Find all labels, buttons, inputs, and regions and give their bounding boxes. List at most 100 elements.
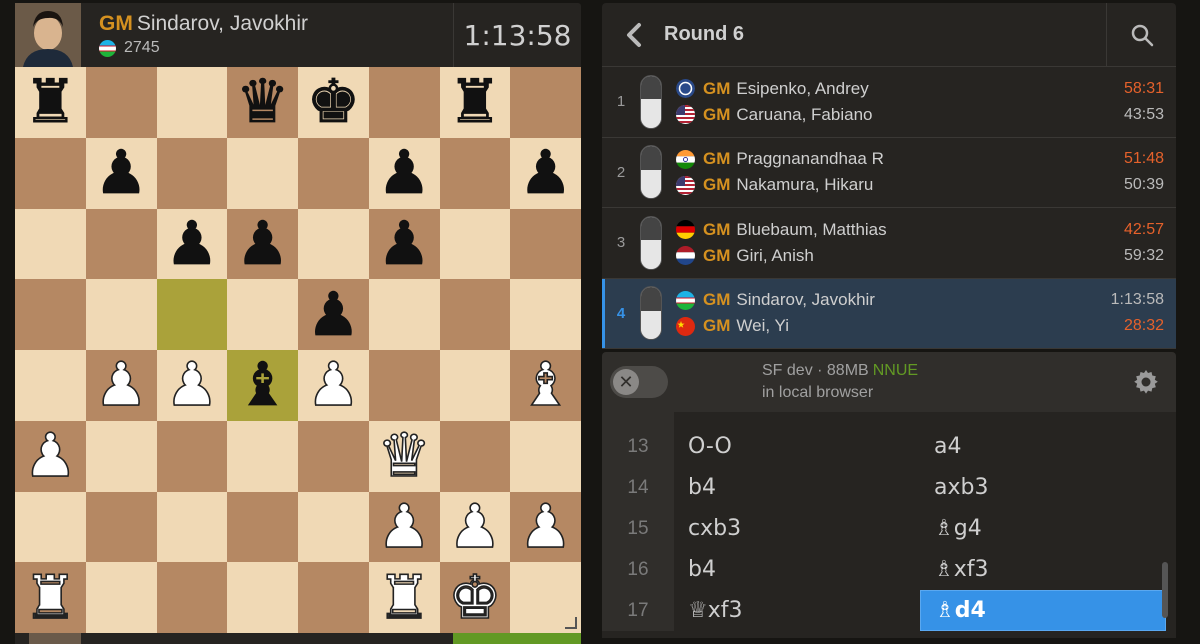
square-a3[interactable]: ♟ xyxy=(15,420,86,492)
square-f8[interactable] xyxy=(368,67,440,138)
square-f4[interactable] xyxy=(368,350,440,421)
square-c7[interactable] xyxy=(156,137,228,209)
white-move[interactable]: ♕xf3 xyxy=(674,590,920,631)
square-g1[interactable]: ♚ xyxy=(439,562,511,633)
white-pawn-icon[interactable]: ♟ xyxy=(164,355,219,417)
black-pawn-icon[interactable]: ♟ xyxy=(165,213,220,274)
square-e2[interactable] xyxy=(298,491,369,563)
engine-toggle[interactable]: ✕ xyxy=(610,366,668,398)
black-move[interactable]: ♗d4 xyxy=(920,590,1166,631)
white-pawn-icon[interactable]: ♟ xyxy=(447,496,502,558)
square-b3[interactable] xyxy=(85,420,157,492)
game-row[interactable]: 4 GM Sindarov, Javokhir GM Wei, Yi 1:13:58 28:… xyxy=(602,278,1176,349)
square-g4[interactable] xyxy=(439,350,511,421)
square-a7[interactable] xyxy=(15,137,86,209)
square-c8[interactable] xyxy=(156,67,228,138)
black-pawn-icon[interactable]: ♟ xyxy=(377,213,432,274)
square-f3[interactable]: ♛ xyxy=(368,420,440,492)
player-name[interactable]: GM Sindarov, Javokhir xyxy=(99,12,453,36)
square-c6[interactable]: ♟ xyxy=(156,208,228,280)
round-title[interactable]: Round 6 xyxy=(664,23,1106,46)
square-b4[interactable]: ♟ xyxy=(85,350,157,421)
square-f5[interactable] xyxy=(368,279,440,350)
square-f1[interactable]: ♜ xyxy=(368,562,440,633)
square-e4[interactable]: ♟ xyxy=(298,350,369,421)
black-queen-icon[interactable]: ♛ xyxy=(235,72,290,133)
black-pawn-icon[interactable]: ♟ xyxy=(306,284,361,345)
square-b5[interactable] xyxy=(85,279,157,350)
white-queen-icon[interactable]: ♛ xyxy=(376,425,431,487)
square-c3[interactable] xyxy=(156,420,228,492)
square-d1[interactable] xyxy=(227,562,298,633)
game-row[interactable]: 3 GM Bluebaum, Matthias GM Giri, Anish 42:57 5… xyxy=(602,208,1176,279)
square-a1[interactable]: ♜ xyxy=(15,562,86,633)
black-pawn-icon[interactable]: ♟ xyxy=(235,213,290,274)
game-row[interactable]: 1 GM Esipenko, Andrey GM Caruana, Fabiano 58:… xyxy=(602,67,1176,138)
black-move[interactable]: a4 xyxy=(920,426,1166,467)
square-d7[interactable] xyxy=(227,137,298,209)
square-e8[interactable]: ♚ xyxy=(298,67,369,138)
white-pawn-icon[interactable]: ♟ xyxy=(306,355,361,417)
square-d8[interactable]: ♛ xyxy=(227,67,298,138)
square-a6[interactable] xyxy=(15,208,86,280)
square-g3[interactable] xyxy=(439,420,511,492)
square-h2[interactable]: ♟ xyxy=(510,491,581,563)
square-c4[interactable]: ♟ xyxy=(156,350,228,421)
square-d4[interactable]: ♝ xyxy=(227,350,298,421)
square-g2[interactable]: ♟ xyxy=(439,491,511,563)
square-f2[interactable]: ♟ xyxy=(368,491,440,563)
white-rook-icon[interactable]: ♜ xyxy=(376,567,431,629)
square-c2[interactable] xyxy=(156,491,228,563)
square-a2[interactable] xyxy=(15,491,86,563)
black-rook-icon[interactable]: ♜ xyxy=(23,72,78,133)
square-b8[interactable] xyxy=(85,67,157,138)
square-f7[interactable]: ♟ xyxy=(368,137,440,209)
square-h5[interactable] xyxy=(510,279,581,350)
move-list-scrollbar[interactable] xyxy=(1162,562,1168,618)
square-h7[interactable]: ♟ xyxy=(510,137,581,209)
chess-board[interactable]: ♜ ♛ ♚ ♜ ♟ ♟ ♟ ♟ ♟ ♟ ♟ ♟ ♟ ♝ ♟ ♝ ♟ ♛ ♟ ♟ ♟ ♜ ♜ ♚ xyxy=(15,67,581,633)
square-d3[interactable] xyxy=(227,420,298,492)
square-e5[interactable]: ♟ xyxy=(298,279,369,350)
game-row[interactable]: 2 GM Praggnanandhaa R GM Nakamura, Hikaru 51:… xyxy=(602,138,1176,208)
search-button[interactable] xyxy=(1106,2,1176,67)
black-rook-icon[interactable]: ♜ xyxy=(448,72,503,133)
black-pawn-icon[interactable]: ♟ xyxy=(377,143,432,204)
square-b1[interactable] xyxy=(85,562,157,633)
board-resize-handle[interactable] xyxy=(565,617,577,629)
square-a5[interactable] xyxy=(15,279,86,350)
square-f6[interactable]: ♟ xyxy=(368,208,440,280)
black-pawn-icon[interactable]: ♟ xyxy=(94,143,149,204)
square-d5[interactable] xyxy=(227,279,298,350)
white-rook-icon[interactable]: ♜ xyxy=(23,567,78,629)
black-pawn-icon[interactable]: ♟ xyxy=(518,143,573,204)
square-g7[interactable] xyxy=(439,137,511,209)
black-king-icon[interactable]: ♚ xyxy=(306,72,361,133)
square-e7[interactable] xyxy=(298,137,369,209)
square-b7[interactable]: ♟ xyxy=(85,137,157,209)
square-c1[interactable] xyxy=(156,562,228,633)
square-a8[interactable]: ♜ xyxy=(15,67,86,138)
square-h6[interactable] xyxy=(510,208,581,280)
back-button[interactable] xyxy=(602,3,664,67)
white-pawn-icon[interactable]: ♟ xyxy=(376,496,431,558)
square-b2[interactable] xyxy=(85,491,157,563)
white-move[interactable]: cxb3 xyxy=(674,508,920,549)
black-move[interactable]: axb3 xyxy=(920,467,1166,508)
white-move[interactable]: b4 xyxy=(674,467,920,508)
square-b6[interactable] xyxy=(85,208,157,280)
square-h3[interactable] xyxy=(510,420,581,492)
square-d6[interactable]: ♟ xyxy=(227,208,298,280)
white-king-icon[interactable]: ♚ xyxy=(447,567,502,629)
white-move[interactable]: b4 xyxy=(674,549,920,590)
square-d2[interactable] xyxy=(227,491,298,563)
white-pawn-icon[interactable]: ♟ xyxy=(518,496,573,558)
square-h4[interactable]: ♝ xyxy=(510,350,581,421)
square-g6[interactable] xyxy=(439,208,511,280)
white-pawn-icon[interactable]: ♟ xyxy=(93,355,148,417)
black-move[interactable]: ♗xf3 xyxy=(920,549,1166,590)
square-e1[interactable] xyxy=(298,562,369,633)
square-g8[interactable]: ♜ xyxy=(439,67,511,138)
square-e3[interactable] xyxy=(298,420,369,492)
square-c5[interactable] xyxy=(156,279,228,350)
